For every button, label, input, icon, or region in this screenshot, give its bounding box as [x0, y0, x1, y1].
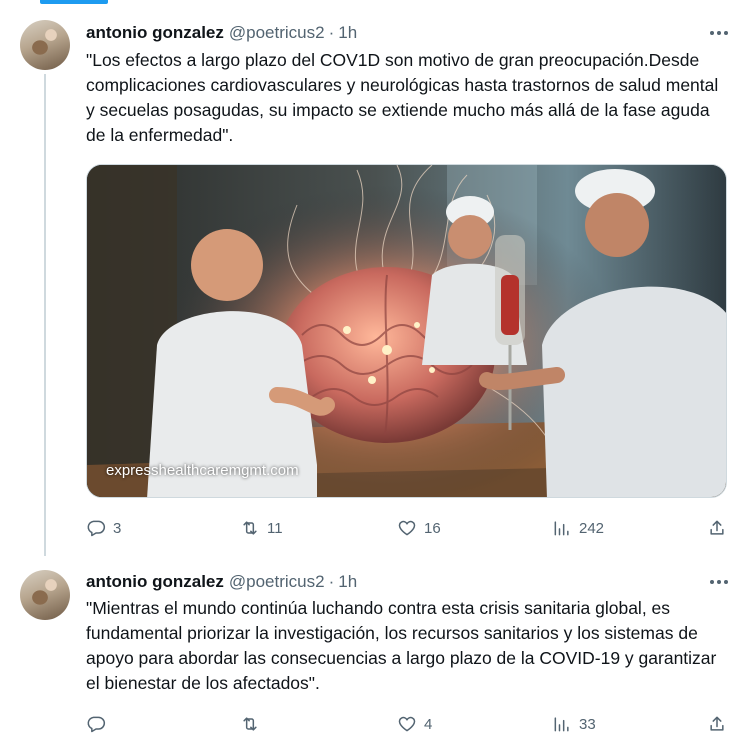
- media-source-caption: expresshealthcaremgmt.com: [106, 462, 299, 479]
- tweet-2[interactable]: antonio gonzalez @poetricus2 · 1h "Mient…: [0, 556, 754, 752]
- retweet-button[interactable]: 11: [240, 516, 283, 540]
- more-options-button[interactable]: [706, 22, 732, 44]
- tweet-timestamp[interactable]: 1h: [338, 572, 357, 592]
- reply-button[interactable]: 3: [86, 516, 121, 540]
- author-handle[interactable]: @poetricus2: [229, 23, 325, 43]
- tweet-media-image[interactable]: [86, 164, 727, 498]
- retweet-button[interactable]: [240, 712, 267, 736]
- thread-connector-line: [44, 74, 46, 556]
- share-upload-icon: [710, 520, 724, 535]
- share-upload-icon: [710, 716, 724, 731]
- reply-button[interactable]: [86, 712, 113, 736]
- view-count: 242: [579, 519, 605, 537]
- tweet-timestamp[interactable]: 1h: [338, 23, 357, 43]
- heart-icon: [398, 716, 416, 732]
- heart-icon: [398, 520, 416, 536]
- share-button[interactable]: [707, 516, 727, 540]
- view-count: 33: [579, 715, 596, 733]
- speech-bubble-icon: [87, 520, 106, 537]
- speech-bubble-icon: [87, 716, 106, 733]
- retweet-arrows-icon: [243, 717, 257, 731]
- tweet-header: antonio gonzalez @poetricus2 · 1h: [86, 571, 357, 593]
- like-button[interactable]: 16: [397, 516, 441, 540]
- retweet-arrows-icon: [243, 521, 257, 535]
- like-count: 16: [424, 519, 441, 537]
- author-handle[interactable]: @poetricus2: [229, 572, 325, 592]
- tweet-1[interactable]: antonio gonzalez @poetricus2 · 1h "Los e…: [0, 0, 754, 556]
- reply-count: 3: [113, 519, 122, 537]
- like-button[interactable]: 4: [397, 712, 432, 736]
- like-count: 4: [424, 715, 433, 733]
- separator-dot: ·: [328, 572, 335, 591]
- author-avatar[interactable]: [20, 20, 70, 70]
- author-name[interactable]: antonio gonzalez: [86, 23, 224, 43]
- brain-scientists-illustration: [87, 165, 726, 497]
- bar-chart-icon: [554, 717, 569, 732]
- tweet-header: antonio gonzalez @poetricus2 · 1h: [86, 22, 357, 44]
- more-dots-icon: [710, 31, 714, 35]
- tweet-text: "Los efectos a largo plazo del COV1D son…: [86, 50, 724, 145]
- more-options-button[interactable]: [706, 571, 732, 593]
- views-button[interactable]: 242: [552, 516, 604, 540]
- share-button[interactable]: [707, 712, 727, 736]
- separator-dot: ·: [328, 23, 335, 42]
- more-dots-icon: [710, 580, 714, 584]
- tweet-action-bar: 4 33: [86, 712, 727, 736]
- tweet-action-bar: 3 11 16 242: [86, 516, 727, 540]
- author-avatar[interactable]: [20, 570, 70, 620]
- retweet-count: 11: [267, 519, 283, 537]
- author-name[interactable]: antonio gonzalez: [86, 572, 224, 592]
- tweet-text: "Mientras el mundo continúa luchando con…: [86, 598, 722, 693]
- bar-chart-icon: [554, 521, 569, 536]
- views-button[interactable]: 33: [552, 712, 596, 736]
